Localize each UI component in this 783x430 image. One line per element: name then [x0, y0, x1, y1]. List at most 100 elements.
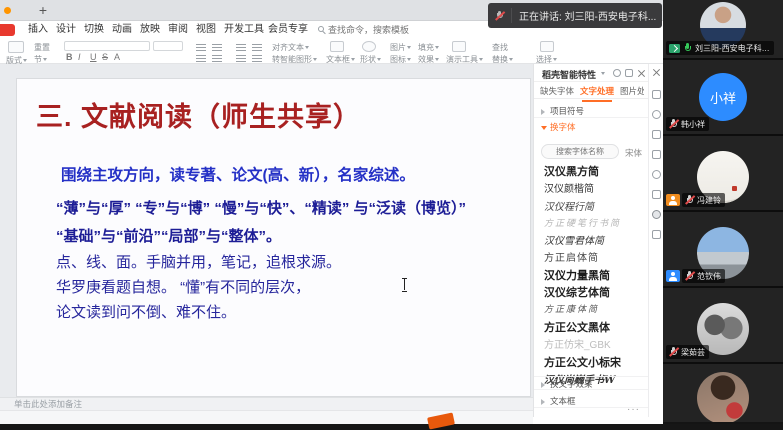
font-option[interactable]: 汉仪综艺体简: [544, 285, 644, 302]
shapes-icon[interactable]: [362, 41, 376, 52]
slide-canvas[interactable]: 三. 文献阅读（师生共享） 围绕主攻方向，读专著、论文(高、新），名家综述。 “…: [0, 64, 533, 397]
slide-body-line[interactable]: “薄”与“厚” “专”与“博” “慢”与“快”、“精读” 与“泛读（博览）”: [56, 197, 466, 218]
chevron-down-icon[interactable]: [601, 72, 605, 75]
menu-insert[interactable]: 插入: [28, 23, 48, 37]
slide-body-line[interactable]: 华罗庚看题自想。 “懂”有不同的层次，: [56, 276, 310, 297]
slide-body-line[interactable]: 围绕主攻方向，读专著、论文(高、新），名家综述。: [61, 163, 415, 185]
effects-icon[interactable]: [652, 130, 661, 139]
underline-button[interactable]: U: [90, 52, 97, 62]
wps-file-button[interactable]: [0, 24, 15, 36]
font-option[interactable]: 方正公文小标宋: [544, 354, 644, 371]
speaking-toast-label: 正在讲话: 刘三阳-西安电子科...: [512, 8, 656, 23]
participant-tile[interactable]: 梁茹芸: [663, 288, 783, 364]
font-option[interactable]: 方正硬笔行书简: [544, 216, 644, 233]
menu-design[interactable]: 设计: [56, 23, 76, 37]
tab-image-processing[interactable]: 图片处理: [620, 85, 644, 97]
menu-transition[interactable]: 切换: [84, 23, 104, 37]
layout-icon[interactable]: [8, 41, 24, 53]
menu-review[interactable]: 审阅: [168, 23, 188, 37]
participant-name: 梁茹芸: [681, 347, 705, 358]
section-change-font[interactable]: 换字体: [534, 120, 649, 134]
presentation-tools-icon[interactable]: [452, 41, 466, 52]
align-justify-icon[interactable]: [252, 55, 262, 56]
section-bullets[interactable]: 项目符号: [534, 104, 649, 118]
image-tool-icon[interactable]: [652, 190, 661, 199]
mic-muted-icon: [669, 119, 678, 129]
notes-area[interactable]: 单击此处添加备注: [0, 397, 533, 410]
participant-name: 刘三阳-西安电子科技大学的屏...: [695, 43, 770, 54]
mic-muted-icon: [669, 347, 678, 357]
align-center-icon[interactable]: [252, 44, 262, 45]
menu-member[interactable]: 会员专享: [268, 23, 308, 37]
section-text-effects[interactable]: 换文字效果: [534, 376, 649, 390]
bell-icon[interactable]: [625, 69, 633, 77]
font-name-box[interactable]: [64, 41, 150, 51]
font-option[interactable]: 汉仪颜楷简: [544, 181, 644, 198]
font-option[interactable]: 汉仪黑方简: [544, 164, 644, 181]
align-left-icon[interactable]: [236, 44, 246, 45]
fill-button[interactable]: 填充: [418, 42, 439, 53]
layers-icon[interactable]: [652, 150, 661, 159]
numbered-list-icon[interactable]: [212, 44, 222, 45]
person-badge-icon: [666, 270, 680, 282]
participant-video-sidebar: 刘三阳-西安电子科技大学的屏... 小祥 韩小祥 冯建铃: [663, 0, 783, 424]
font-option[interactable]: 方正仿宋_GBK: [544, 337, 644, 354]
properties-icon[interactable]: [652, 90, 661, 99]
participant-tile[interactable]: 刘三阳-西安电子科技大学的屏...: [663, 0, 783, 60]
tab-missing-fonts[interactable]: 缺失字体: [540, 85, 574, 97]
align-text-button[interactable]: 对齐文本: [272, 42, 309, 53]
close-icon[interactable]: [652, 68, 660, 76]
wps-presentation-window: + 插入 设计 切换 动画 放映 审阅 视图 开发工具 会员专享 版式 重置 节…: [0, 0, 663, 424]
menu-view[interactable]: 视图: [196, 23, 216, 37]
help-icon[interactable]: [652, 170, 661, 179]
slide-title[interactable]: 三. 文献阅读（师生共享）: [36, 95, 361, 134]
slide[interactable]: 三. 文献阅读（师生共享） 围绕主攻方向，读专著、论文(高、新），名家综述。 “…: [16, 78, 531, 397]
participant-tile[interactable]: 小祥 韩小祥: [663, 60, 783, 136]
textbox-tool-icon[interactable]: [652, 230, 661, 239]
slide-body-line[interactable]: 论文读到问不倒、难不住。: [56, 301, 236, 322]
close-icon[interactable]: [637, 69, 645, 77]
font-search-input[interactable]: [541, 144, 619, 159]
textbox-icon[interactable]: [330, 41, 344, 52]
smart-features-icon[interactable]: [652, 210, 661, 219]
font-option[interactable]: 方正公文黑体: [544, 320, 644, 337]
find-button[interactable]: 查找: [492, 42, 508, 53]
participant-tile[interactable]: 范钦伟: [663, 212, 783, 288]
mic-muted-icon: [685, 271, 694, 281]
current-font-button[interactable]: 宋体: [625, 147, 642, 159]
slide-body-line[interactable]: “基础”与“前沿”“局部”与“整体”。: [56, 225, 281, 246]
indent-decrease-icon[interactable]: [196, 55, 206, 56]
font-color-button[interactable]: A: [114, 52, 120, 62]
search-icon: [318, 26, 324, 32]
slide-body-line[interactable]: 点、线、面。手脑并用，笔记，追根求源。: [56, 251, 341, 272]
bold-button[interactable]: B: [66, 52, 73, 62]
mic-on-icon: [683, 43, 692, 53]
participant-name: 冯建铃: [697, 195, 721, 206]
menu-animation[interactable]: 动画: [112, 23, 132, 37]
new-tab-button[interactable]: +: [34, 1, 52, 19]
participant-tile[interactable]: 冯建铃: [663, 136, 783, 212]
gear-icon[interactable]: [613, 69, 621, 77]
command-search-input[interactable]: [328, 23, 478, 37]
bullet-list-icon[interactable]: [196, 44, 206, 45]
font-option[interactable]: 汉仪力量黑简: [544, 268, 644, 285]
animation-icon[interactable]: [652, 110, 661, 119]
font-option[interactable]: 方正启体简: [544, 250, 644, 267]
italic-button[interactable]: I: [78, 52, 81, 62]
font-option[interactable]: 汉仪雪君体简: [544, 233, 644, 250]
participant-tile[interactable]: [663, 364, 783, 422]
participant-name: 韩小祥: [681, 119, 705, 130]
picture-button[interactable]: 图片: [390, 42, 411, 53]
menu-devtools[interactable]: 开发工具: [224, 23, 264, 37]
font-option[interactable]: 方正康体简: [544, 302, 644, 319]
font-option[interactable]: 汉仪程行简: [544, 199, 644, 216]
menu-slideshow[interactable]: 放映: [140, 23, 160, 37]
tab-text-processing[interactable]: 文字处理: [580, 85, 614, 97]
indent-increase-icon[interactable]: [212, 55, 222, 56]
more-button[interactable]: ···: [627, 404, 640, 415]
font-size-box[interactable]: [153, 41, 183, 51]
strikethrough-button[interactable]: S: [102, 52, 108, 62]
line-spacing-icon[interactable]: [236, 55, 246, 56]
select-icon[interactable]: [540, 41, 554, 52]
reset-button[interactable]: 重置: [34, 42, 50, 53]
